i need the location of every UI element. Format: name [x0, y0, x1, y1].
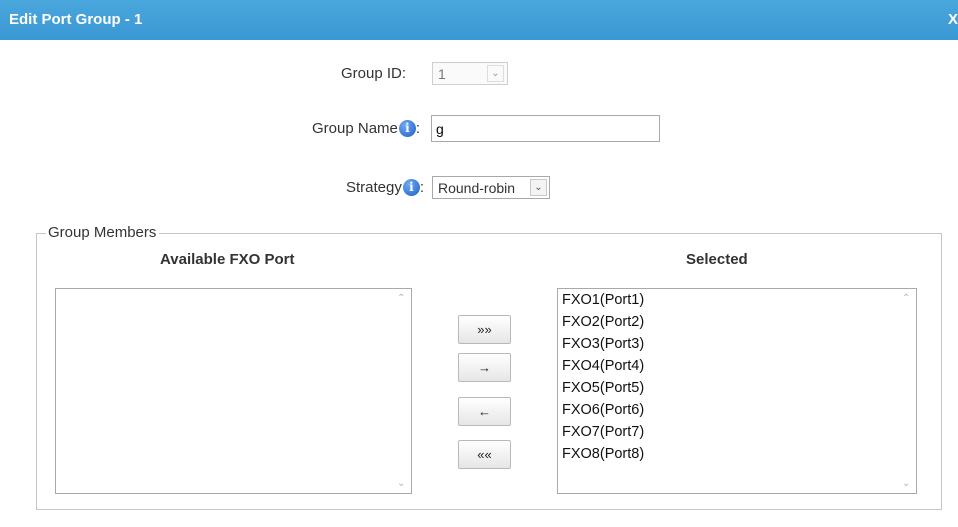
- caret-up-icon[interactable]: ⌃: [902, 293, 910, 304]
- add-all-button[interactable]: »»: [458, 315, 511, 344]
- list-item[interactable]: FXO3(Port3): [562, 333, 644, 355]
- list-item[interactable]: FXO6(Port6): [562, 399, 644, 421]
- list-item[interactable]: FXO7(Port7): [562, 421, 644, 443]
- colon: :: [401, 65, 407, 82]
- info-icon[interactable]: i: [402, 179, 420, 196]
- info-icon[interactable]: i: [398, 120, 416, 137]
- caret-up-icon[interactable]: ⌃: [397, 293, 405, 304]
- scrollbar[interactable]: ⌃ ⌄: [899, 289, 916, 493]
- group-name-label: Group Name i:: [312, 120, 420, 137]
- selected-header: Selected: [686, 251, 748, 268]
- group-id-label-text: Group ID: [341, 65, 402, 82]
- dialog-titlebar: Edit Port Group - 1 X: [0, 0, 958, 40]
- available-ports-list[interactable]: ⌃ ⌄: [55, 288, 412, 494]
- chevron-down-icon: ⌄: [530, 179, 547, 196]
- group-id-value: 1: [438, 66, 446, 82]
- list-item[interactable]: FXO1(Port1): [562, 289, 644, 311]
- list-item[interactable]: FXO4(Port4): [562, 355, 644, 377]
- strategy-label-text: Strategy: [346, 179, 402, 196]
- strategy-select[interactable]: Round-robin ⌄: [432, 176, 550, 199]
- remove-button[interactable]: ←: [458, 397, 511, 426]
- remove-all-button[interactable]: ««: [458, 440, 511, 469]
- group-members-legend: Group Members: [46, 224, 160, 241]
- strategy-label: Strategy i:: [346, 179, 424, 196]
- group-id-select[interactable]: 1 ⌄: [432, 62, 508, 85]
- caret-down-icon[interactable]: ⌄: [902, 478, 910, 489]
- strategy-value: Round-robin: [438, 180, 516, 196]
- list-item[interactable]: FXO2(Port2): [562, 311, 644, 333]
- selected-ports-list[interactable]: FXO1(Port1) FXO2(Port2) FXO3(Port3) FXO4…: [557, 288, 917, 494]
- chevron-down-icon: ⌄: [487, 65, 504, 82]
- scrollbar[interactable]: ⌃ ⌄: [394, 289, 411, 493]
- list-item[interactable]: FXO8(Port8): [562, 443, 644, 465]
- colon: :: [419, 179, 425, 196]
- caret-down-icon[interactable]: ⌄: [397, 478, 405, 489]
- list-item[interactable]: FXO5(Port5): [562, 377, 644, 399]
- add-button[interactable]: →: [458, 353, 511, 382]
- group-id-label: Group ID:: [341, 65, 406, 82]
- group-name-input[interactable]: [431, 115, 660, 142]
- available-header: Available FXO Port: [160, 251, 295, 268]
- group-name-label-text: Group Name: [312, 120, 398, 137]
- colon: :: [415, 120, 421, 137]
- dialog-title: Edit Port Group - 1: [9, 11, 143, 28]
- close-button[interactable]: X: [948, 11, 958, 28]
